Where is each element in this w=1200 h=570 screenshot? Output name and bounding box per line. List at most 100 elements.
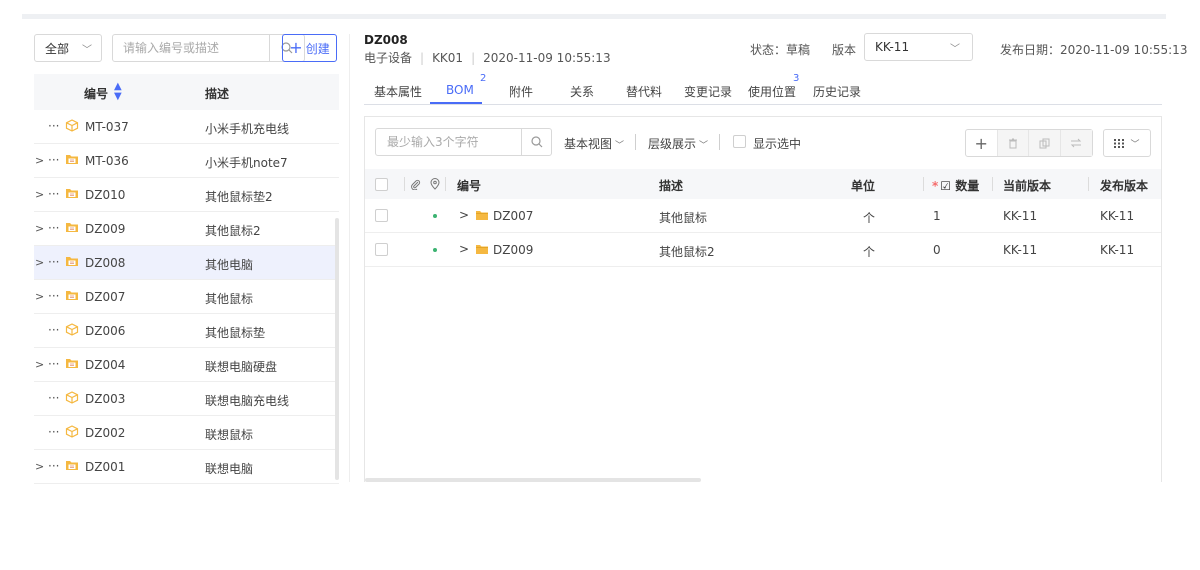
level-dropdown[interactable]: 层级展示 ﹀	[648, 135, 708, 152]
header-separator	[1088, 177, 1089, 191]
plus-icon: +	[974, 133, 988, 153]
row-desc: 其他鼠标2	[659, 245, 715, 259]
row-code[interactable]: DZ009	[493, 243, 533, 257]
panel-divider	[349, 34, 350, 482]
list-item-desc: 其他鼠标垫	[205, 326, 266, 340]
ellipsis-icon[interactable]: ···	[48, 425, 59, 439]
ellipsis-icon[interactable]: ···	[48, 357, 59, 371]
list-item-code: DZ001	[85, 460, 126, 474]
tab-label: 替代料	[626, 85, 663, 99]
search-box	[112, 34, 305, 62]
list-item[interactable]: > ··· DZ010 其他鼠标垫2	[34, 178, 339, 212]
table-row[interactable]: > DZ007 其他鼠标 个 1 KK-11 KK-11	[365, 199, 1161, 233]
select-all-checkbox[interactable]	[375, 178, 388, 191]
tab-label: 关系	[570, 85, 595, 99]
delete-button[interactable]	[997, 130, 1029, 156]
publish-date: 发布日期：2020-11-09 10:55:13	[1000, 43, 1188, 57]
add-button[interactable]: +	[966, 130, 998, 156]
row-checkbox[interactable]	[375, 243, 388, 256]
status-dot	[433, 248, 437, 252]
expand-arrow-icon[interactable]: >	[35, 222, 44, 235]
trash-icon	[1008, 138, 1017, 148]
required-marker: *	[932, 179, 939, 193]
expand-arrow-icon[interactable]: >	[459, 208, 469, 222]
expand-arrow-icon[interactable]: >	[35, 358, 44, 371]
ellipsis-icon[interactable]: ···	[48, 187, 59, 201]
list-item-code: MT-037	[85, 120, 129, 134]
ellipsis-icon[interactable]: ···	[48, 221, 59, 235]
filter-select[interactable]: 全部 ﹀	[34, 34, 102, 62]
chevron-down-icon: ﹀	[699, 141, 709, 151]
horizontal-scrollbar[interactable]	[365, 478, 701, 482]
list-item-desc: 其他鼠标	[205, 292, 254, 306]
column-settings-button[interactable]: ﹀	[1103, 129, 1151, 157]
folder-doc-icon	[65, 187, 79, 199]
row-checkbox[interactable]	[375, 209, 388, 222]
list-item[interactable]: > ··· DZ001 联想电脑	[34, 450, 339, 484]
sort-icon[interactable]: ▲ ▼	[114, 82, 122, 102]
list-item-desc: 小米手机note7	[205, 156, 288, 170]
copy-button[interactable]	[1029, 130, 1061, 156]
ellipsis-icon[interactable]: ···	[48, 289, 59, 303]
show-selected-checkbox[interactable]	[733, 135, 746, 148]
expand-arrow-icon[interactable]: >	[35, 460, 44, 473]
ellipsis-icon[interactable]: ···	[48, 323, 59, 337]
list-item[interactable]: > ··· DZ008 其他电脑	[34, 246, 339, 280]
item-meta: 电子设备 | KK01 | 2020-11-09 10:55:13	[364, 51, 611, 65]
list-item-desc: 其他鼠标2	[205, 224, 261, 238]
ellipsis-icon[interactable]: ···	[48, 459, 59, 473]
row-code[interactable]: DZ007	[493, 209, 533, 223]
list-item-desc: 其他电脑	[205, 258, 254, 272]
ellipsis-icon[interactable]: ···	[48, 391, 59, 405]
tab-1[interactable]: BOM	[446, 83, 474, 97]
search-input[interactable]	[113, 35, 241, 61]
tab-7[interactable]: 历史记录	[813, 83, 861, 100]
tab-5[interactable]: 变更记录	[684, 83, 732, 100]
tab-2[interactable]: 附件	[509, 83, 533, 100]
ellipsis-icon[interactable]: ···	[48, 153, 59, 167]
row-qty[interactable]: 0	[933, 243, 941, 257]
tab-0[interactable]: 基本属性	[374, 83, 422, 100]
col-code-header[interactable]: 编号	[84, 85, 108, 102]
detail-tabs: 基本属性 BOM 2 附件 关系 替代料 变更记录 使用位置 3 历史记录	[364, 73, 1162, 105]
list-item-code: DZ007	[85, 290, 126, 304]
list-item[interactable]: > ··· MT-036 小米手机note7	[34, 144, 339, 178]
expand-arrow-icon[interactable]: >	[35, 188, 44, 201]
tab-4[interactable]: 替代料	[626, 83, 662, 100]
tab-6[interactable]: 使用位置	[748, 83, 796, 100]
tab-label: 使用位置	[748, 85, 797, 99]
bom-search-input[interactable]	[376, 129, 516, 155]
expand-arrow-icon[interactable]: >	[459, 242, 469, 256]
table-row[interactable]: > DZ009 其他鼠标2 个 0 KK-11 KK-11	[365, 233, 1161, 267]
folder-doc-icon	[65, 289, 79, 301]
paperclip-icon	[411, 179, 421, 190]
cube-icon	[65, 119, 79, 132]
bom-search-button[interactable]	[521, 129, 551, 155]
row-unit: 个	[863, 245, 876, 259]
tab-3[interactable]: 关系	[570, 83, 594, 100]
list-item[interactable]: ··· DZ006 其他鼠标垫	[34, 314, 339, 348]
top-scroll-strip	[22, 14, 1166, 19]
list-item[interactable]: ··· DZ003 联想电脑充电线	[34, 382, 339, 416]
row-qty[interactable]: 1	[933, 209, 941, 223]
view-dropdown[interactable]: 基本视图 ﹀	[564, 135, 624, 152]
version-select[interactable]: KK-11 ﹀	[864, 33, 973, 61]
expand-arrow-icon[interactable]: >	[35, 256, 44, 269]
list-item[interactable]: ··· DZ002 联想鼠标	[34, 416, 339, 450]
list-item[interactable]: > ··· DZ007 其他鼠标	[34, 280, 339, 314]
list-scrollbar[interactable]	[335, 218, 339, 480]
list-item[interactable]: > ··· DZ004 联想电脑硬盘	[34, 348, 339, 382]
col-qty-label: 数量	[955, 179, 980, 193]
expand-arrow-icon[interactable]: >	[35, 154, 44, 167]
row-release-version: KK-11	[1100, 209, 1135, 223]
ellipsis-icon[interactable]: ···	[48, 255, 59, 269]
location-icon	[430, 178, 440, 190]
create-button[interactable]: + 创建	[282, 34, 337, 62]
list-item[interactable]: > ··· DZ009 其他鼠标2	[34, 212, 339, 246]
edit-icon: ☑	[940, 179, 952, 193]
ellipsis-icon[interactable]: ···	[48, 119, 59, 133]
item-title: DZ008	[364, 33, 408, 47]
expand-arrow-icon[interactable]: >	[35, 290, 44, 303]
replace-button[interactable]	[1060, 130, 1092, 156]
list-item[interactable]: ··· MT-037 小米手机充电线	[34, 110, 339, 144]
